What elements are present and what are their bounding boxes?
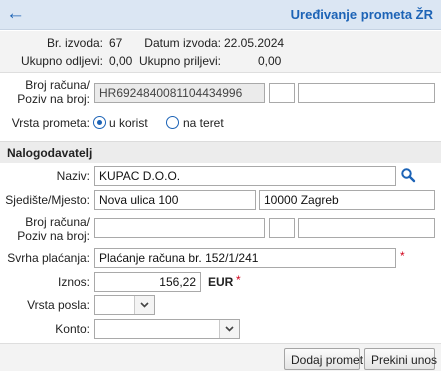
statement-no-value: 67 [109,36,123,50]
radio-debit-label[interactable]: na teret [183,116,224,130]
payer-name-field[interactable]: KUPAC D.O.O. [94,166,396,186]
inflow-value: 0,00 [258,54,282,68]
cancel-entry-button[interactable]: Prekini unos [364,348,437,370]
radio-selected-dot [96,119,102,125]
back-arrow-icon[interactable]: ← [6,3,25,25]
account-model-field[interactable] [269,83,295,103]
purpose-label: Svrha plaćanja: [7,251,90,265]
account-number-field[interactable]: HR6924840081104434996 [94,83,265,103]
konto-select[interactable] [94,319,240,339]
date-value: 22.05.2024 [224,36,285,50]
account-label-line1: Broj računa/ [25,78,90,92]
purpose-required-marker: * [400,249,405,263]
payer-section-header: Nalogodavatelj [0,141,441,163]
search-icon[interactable] [400,167,416,183]
business-type-select[interactable] [94,295,155,315]
outflow-label: Ukupno odljevi: [20,54,103,68]
currency-label: EUR [208,275,234,289]
footer-bar: Dodaj promet Prekini unos [0,343,441,371]
date-label: Datum izvoda: [144,36,221,50]
amount-field[interactable]: 156,22 [94,272,201,292]
purpose-field[interactable]: Plaćanje računa br. 152/1/241 [94,248,396,268]
payer-account-label-line1: Broj računa/ [25,215,90,229]
amount-required-marker: * [236,273,241,287]
payer-model-field[interactable] [269,218,295,238]
payer-street-field[interactable]: Nova ulica 100 [94,190,256,210]
radio-in-favor-label[interactable]: u korist [109,116,148,130]
payer-city-field[interactable]: 10000 Zagreb [259,190,435,210]
chevron-down-icon[interactable] [219,320,239,338]
konto-label: Konto: [55,322,90,336]
page-title: Uređivanje prometa ŽR [290,7,433,22]
payer-account-label-line2: Poziv na broj: [17,229,90,243]
header-bar: ← Uređivanje prometa ŽR [0,0,441,30]
amount-label: Iznos: [57,275,90,289]
payer-name-label: Naziv: [56,169,90,183]
radio-debit[interactable] [166,116,179,129]
account-label-line2: Poziv na broj: [17,92,90,106]
payer-account-field[interactable] [94,218,265,238]
account-reference-field[interactable] [298,83,435,103]
outflow-value: 0,00 [109,54,133,68]
payer-address-label: Sjedište/Mjesto: [5,193,90,207]
section-title: Nalogodavatelj [7,146,93,160]
inflow-label: Ukupno priljevi: [138,54,221,68]
statement-no-label: Br. izvoda: [46,36,103,50]
payer-reference-field[interactable] [298,218,435,238]
statement-summary: Br. izvoda: 67 Datum izvoda: 22.05.2024 … [0,31,441,73]
business-type-label: Vrsta posla: [27,298,90,312]
transaction-type-label: Vrsta prometa: [11,116,90,130]
add-transaction-button[interactable]: Dodaj promet [284,348,363,370]
chevron-down-icon[interactable] [134,296,154,314]
radio-in-favor[interactable] [93,116,106,129]
